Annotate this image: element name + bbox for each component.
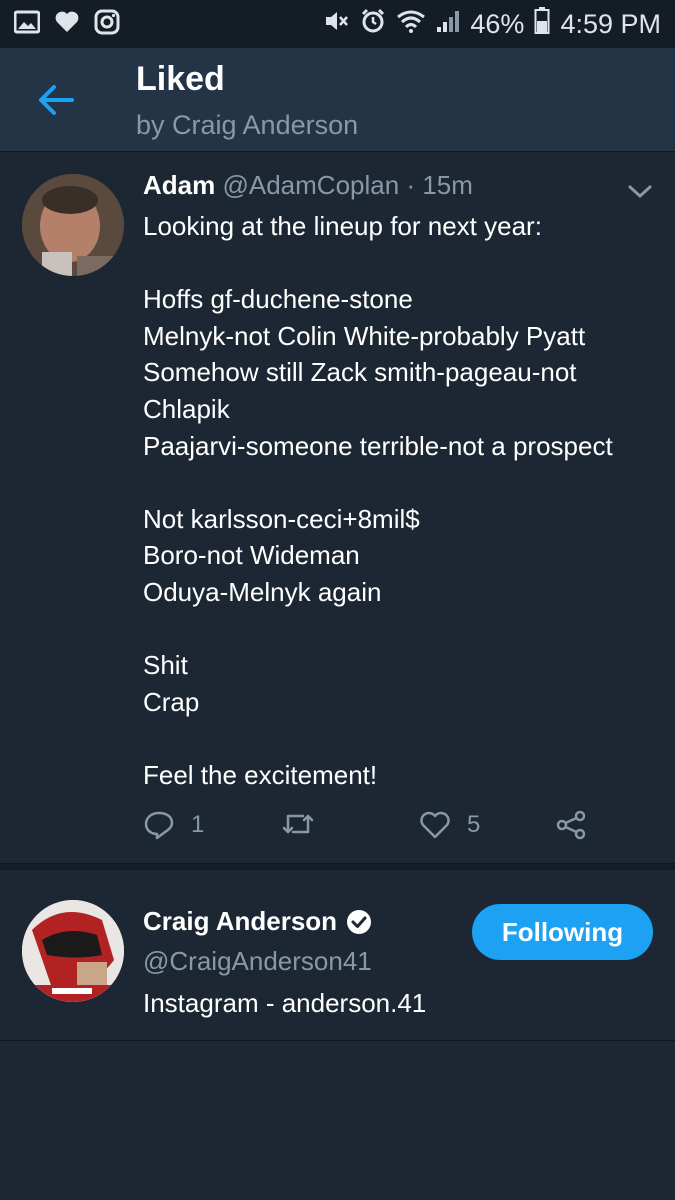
author-handle[interactable]: @AdamCoplan [222,170,399,200]
clock: 4:59 PM [560,8,661,39]
tweet-line: Oduya-Melnyk again [143,576,382,607]
tweet-line [143,245,663,282]
alarm-icon [360,8,386,41]
signal-icon [436,9,460,40]
tweet-line: Chlapik [143,393,230,424]
avatar[interactable] [22,900,124,1002]
reply-button[interactable]: 1 [143,810,204,840]
retweet-button[interactable] [281,810,331,838]
tweet-line: Boro-not Wideman [143,540,360,571]
tweet-line [143,720,663,757]
separator-dot: · [406,170,416,200]
tweet-line: Crap [143,686,200,717]
heart-icon [54,10,80,39]
reply-icon [144,811,174,840]
battery-icon [534,6,550,42]
heart-outline-icon [420,811,450,839]
profile-handle[interactable]: @CraigAnderson41 [143,946,372,977]
chevron-down-icon [628,185,652,199]
mute-icon [324,9,350,40]
like-count: 5 [467,811,481,838]
battery-percent: 46% [470,8,525,39]
liker-profile-card[interactable]: Craig Anderson @CraigAnderson41 Instagra… [0,864,675,1041]
share-button[interactable] [555,810,587,840]
tweet-line [143,464,663,501]
tweet-line: Somehow still Zack smith-pageau-not [143,357,577,388]
app-header: Liked by Craig Anderson [0,48,675,152]
tweet-line: Hoffs gf-duchene-stone [143,284,413,315]
profile-name[interactable]: Craig Anderson [143,906,337,937]
avatar-photo [22,174,124,276]
tweet-line: Feel the excitement! [143,759,378,790]
retweet-icon [282,814,314,834]
tweet-line: Paajarvi-someone terrible-not a prospect [143,430,613,461]
tweet[interactable]: Adam @AdamCoplan · 15m Looking at the li… [0,152,675,864]
wifi-icon [396,9,426,40]
following-button[interactable]: Following [472,904,653,960]
tweet-line: Shit [143,650,188,681]
back-arrow-icon [39,85,74,115]
share-icon [556,810,586,840]
instagram-icon [94,9,120,40]
tweet-line: Melnyk-not Colin White-probably Pyatt [143,320,586,351]
like-button[interactable]: 5 [419,810,480,840]
profile-name-row: Craig Anderson [143,906,373,937]
page-subtitle: by Craig Anderson [136,110,359,140]
author-name[interactable]: Adam [143,170,215,200]
verified-badge-icon [347,909,372,934]
status-bar: 46% 4:59 PM [0,0,675,48]
tweet-time: 15m [422,170,473,200]
profile-bio: Instagram - anderson.41 [143,988,427,1018]
tweet-text: Looking at the lineup for next year: Hof… [143,208,663,794]
tweet-line: Not karlsson-ceci+8mil$ [143,503,420,534]
tweet-actions: 1 5 [143,810,663,846]
reply-count: 1 [191,811,205,838]
avatar[interactable] [22,174,124,276]
back-button[interactable] [30,78,82,122]
tweet-line [143,611,663,648]
tweet-header: Adam @AdamCoplan · 15m [143,170,473,201]
avatar-photo [22,900,124,1002]
tweet-menu-button[interactable] [627,182,653,202]
page-title: Liked [136,60,225,98]
gallery-icon [13,10,41,39]
tweet-line: Looking at the lineup for next year: [143,211,542,241]
